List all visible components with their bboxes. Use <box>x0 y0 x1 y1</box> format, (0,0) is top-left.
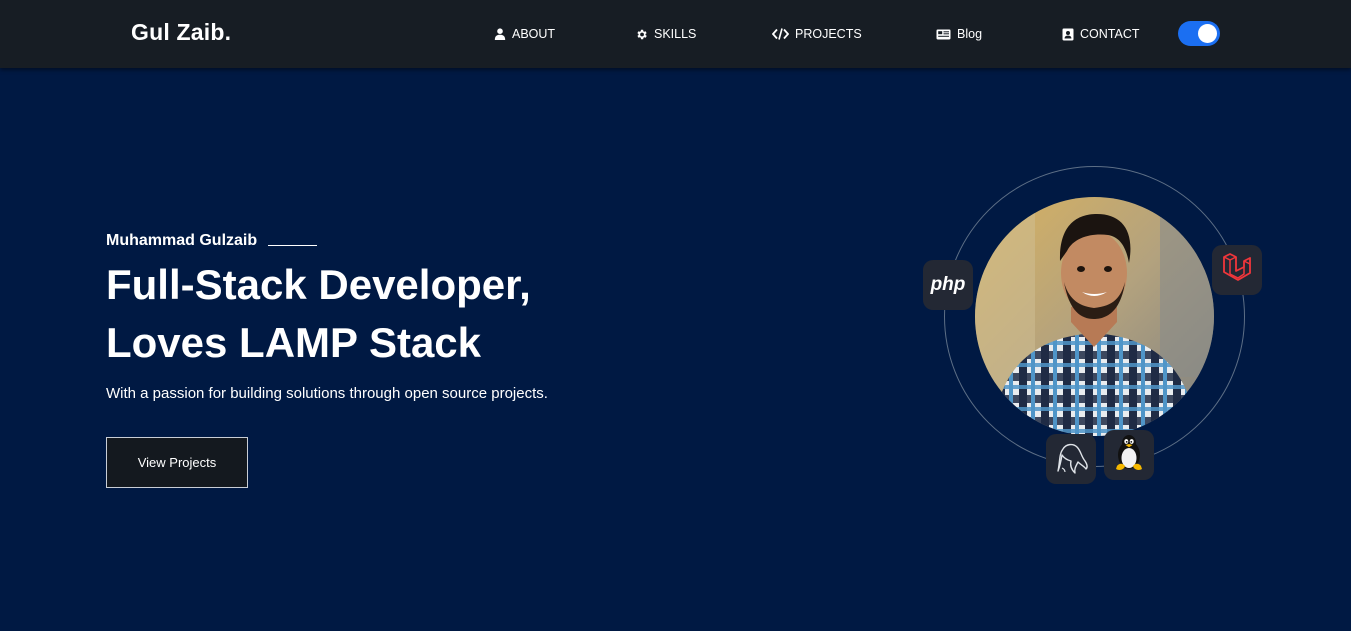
nav-item-contact[interactable]: CONTACT <box>1062 26 1140 42</box>
contact-card-icon <box>1062 28 1074 41</box>
mysql-dolphin-icon <box>1052 438 1090 481</box>
hero-name-underline <box>268 245 318 246</box>
toggle-knob <box>1198 24 1217 43</box>
nav-item-label: SKILLS <box>654 27 697 41</box>
hero-title-line2: Loves LAMP Stack <box>106 319 482 366</box>
linux-tux-icon <box>1110 433 1148 478</box>
nav-item-label: ABOUT <box>512 27 556 41</box>
hero-subtitle: With a passion for building solutions th… <box>106 385 548 402</box>
newspaper-icon <box>936 29 951 40</box>
php-logo-icon: php <box>930 274 966 295</box>
brand-logo[interactable]: Gul Zaib. <box>131 19 231 46</box>
nav-item-projects[interactable]: PROJECTS <box>772 26 862 42</box>
nav-item-about[interactable]: ABOUT <box>494 26 555 42</box>
view-projects-button[interactable]: View Projects <box>106 437 248 488</box>
nav-item-label: PROJECTS <box>795 27 862 41</box>
nav-item-skills[interactable]: SKILLS <box>635 26 696 42</box>
gear-icon <box>635 28 648 41</box>
nav-item-label: CONTACT <box>1080 27 1140 41</box>
hero-title-line1: Full-Stack Developer, <box>106 261 531 308</box>
hero-name: Muhammad Gulzaib <box>106 232 258 249</box>
laravel-logo-icon <box>1220 251 1254 290</box>
hero-title: Full-Stack Developer, Loves LAMP Stack <box>106 256 531 372</box>
linux-badge <box>1104 430 1154 480</box>
profile-photo <box>975 197 1214 436</box>
mysql-badge <box>1046 434 1096 484</box>
laravel-badge <box>1212 245 1262 295</box>
user-icon <box>494 28 506 40</box>
nav-item-label: Blog <box>957 27 983 41</box>
navbar: Gul Zaib. ABOUT SKILLS PROJECTS Blog CON… <box>0 0 1351 68</box>
php-badge: php <box>923 260 973 310</box>
code-icon <box>772 28 789 40</box>
hero-name-row: Muhammad Gulzaib <box>106 232 318 250</box>
theme-toggle[interactable] <box>1178 21 1220 46</box>
nav-item-blog[interactable]: Blog <box>936 26 982 42</box>
